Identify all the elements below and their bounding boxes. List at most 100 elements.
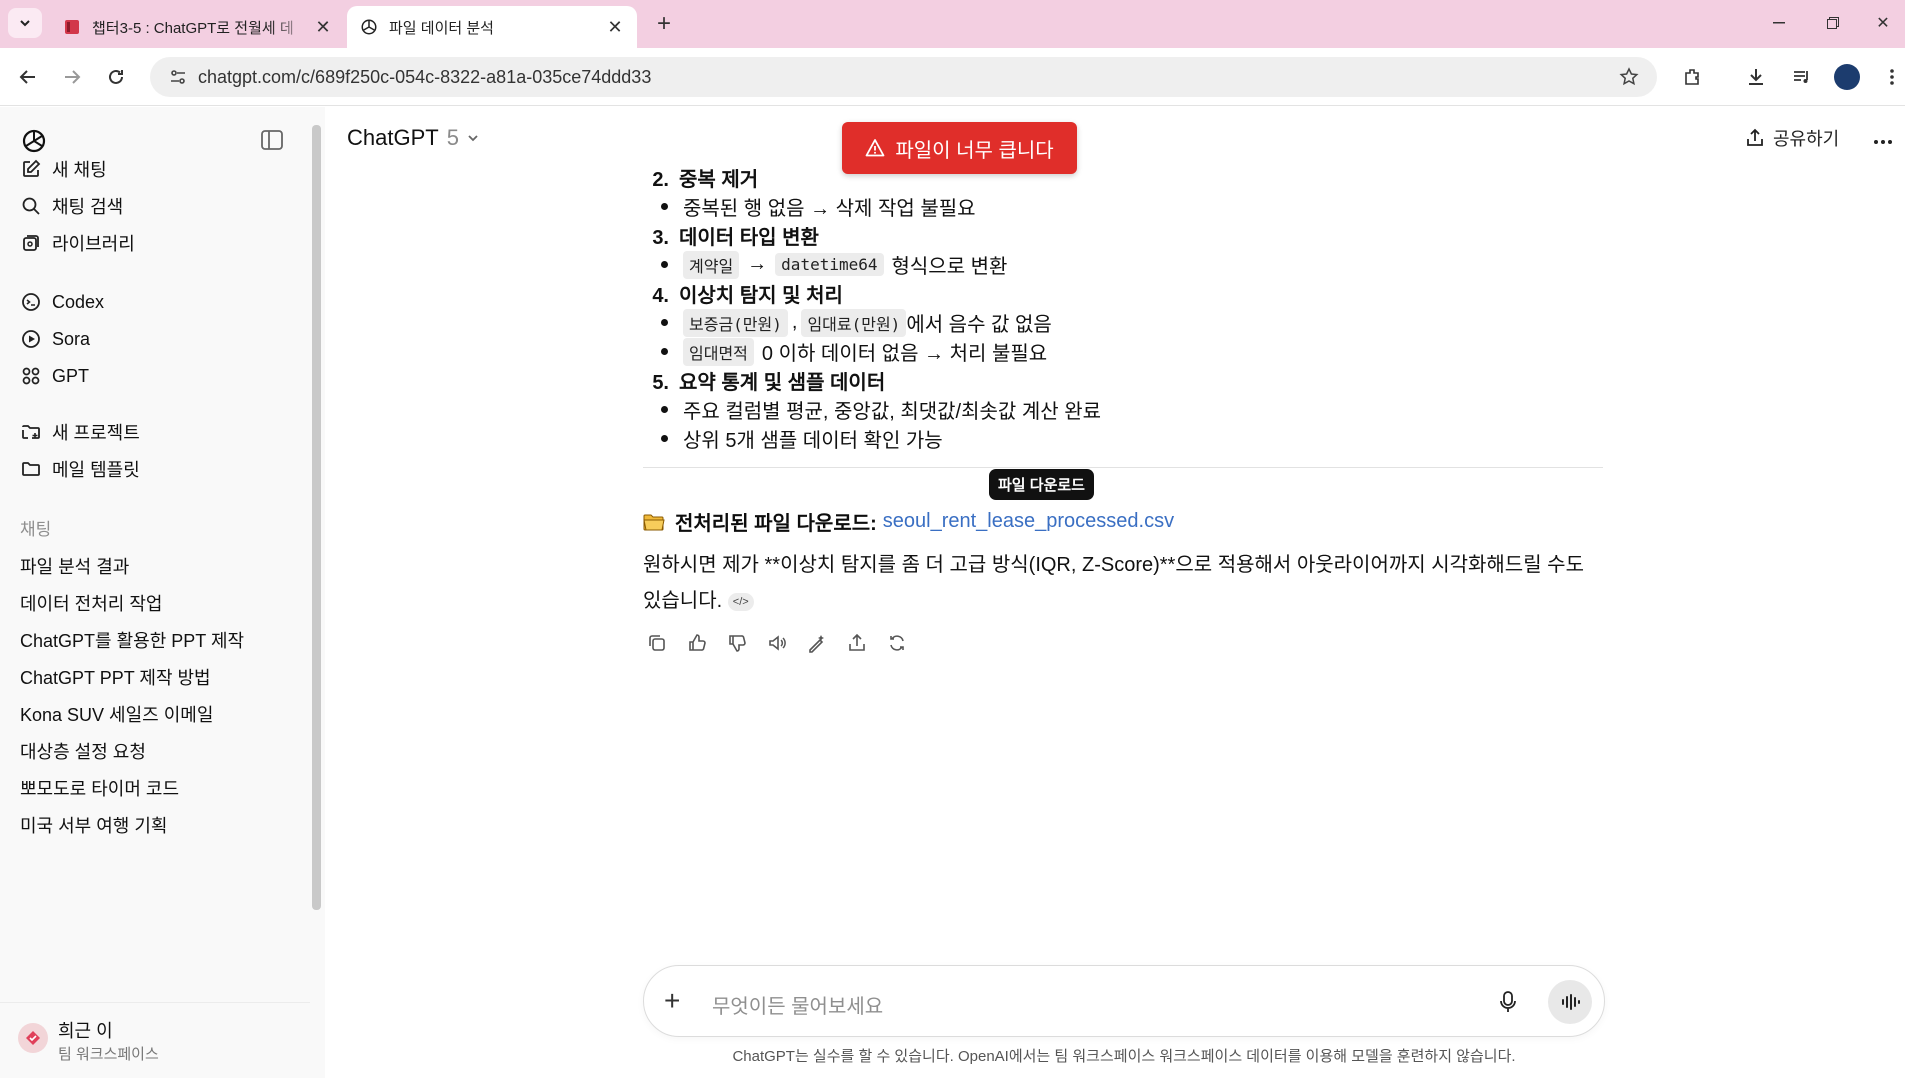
edit-magic-icon[interactable]	[803, 629, 831, 657]
step-heading: 3. 데이터 타입 변환	[635, 221, 819, 250]
code-interpreter-badge[interactable]: </>	[727, 592, 754, 611]
codex-icon	[20, 291, 42, 313]
list-item: 보증금(만원) , 임대료(만원) 에서 음수 값 없음	[661, 308, 1052, 337]
list-item: 임대면적 0 이하 데이터 없음 → 처리 불필요	[660, 337, 1047, 366]
step-heading: 4. 이상치 탐지 및 처리	[635, 279, 843, 308]
reload-icon[interactable]	[100, 61, 132, 93]
chat-history-item[interactable]: Kona SUV 세일즈 이메일	[20, 701, 213, 727]
openai-logo-icon[interactable]	[20, 127, 48, 155]
sidebar-item-new-project[interactable]: 새 프로젝트	[20, 415, 140, 449]
model-version: 5	[446, 125, 459, 150]
sidebar-toggle-icon[interactable]	[260, 129, 286, 153]
sidebar-item-sora[interactable]: Sora	[20, 322, 90, 356]
share-message-icon[interactable]	[843, 629, 871, 657]
copy-icon[interactable]	[643, 629, 671, 657]
bullet-text: 주요 컬럼별 평균, 중앙값, 최댓값/최솟값 계산 완료	[683, 401, 1102, 423]
inline-code: 임대료(만원)	[801, 308, 907, 337]
voice-mode-icon[interactable]	[1548, 980, 1592, 1024]
inline-code: 보증금(만원)	[683, 308, 788, 337]
thumbs-up-icon[interactable]	[683, 629, 711, 657]
chat-history-item[interactable]: 미국 서부 여행 기획	[20, 812, 167, 838]
close-tab-icon[interactable]: ✕	[313, 17, 333, 37]
sidebar-item-label: 메일 템플릿	[52, 460, 140, 480]
add-attachment-icon[interactable]: +	[664, 987, 680, 1015]
sidebar-item-mail-template[interactable]: 메일 템플릿	[20, 452, 140, 486]
chat-history-item[interactable]: 데이터 전처리 작업	[20, 590, 162, 616]
address-bar[interactable]: chatgpt.com/c/689f250c-054c-8322-a81a-03…	[150, 57, 1657, 97]
chat-history-item[interactable]: 뽀모도로 타이머 코드	[20, 775, 179, 801]
sidebar-item-search[interactable]: 채팅 검색	[20, 189, 123, 223]
new-tab-button[interactable]: +	[650, 10, 678, 38]
extensions-icon[interactable]	[1676, 61, 1708, 93]
chevron-down-icon	[20, 20, 30, 27]
prompt-input[interactable]: 무엇이든 물어보세요	[712, 990, 883, 1019]
toast-text: 파일이 너무 큽니다	[895, 139, 1054, 162]
sidebar-item-label: 채팅 검색	[52, 197, 124, 217]
step-number: 2.	[652, 169, 669, 191]
sidebar-item-label: 새 채팅	[52, 160, 107, 180]
chat-history-item[interactable]: 대상층 설정 요청	[20, 738, 146, 764]
sidebar-item-label: 새 프로젝트	[52, 423, 140, 443]
sidebar-item-codex[interactable]: Codex	[20, 285, 104, 319]
browser-menu-icon[interactable]	[1876, 61, 1905, 93]
paragraph-text: 원하시면 제가 **이상치 탐지를 좀 더 고급 방식(IQR, Z-Score…	[643, 554, 1584, 612]
microphone-icon[interactable]	[1494, 988, 1522, 1016]
tab-search-button[interactable]	[8, 8, 42, 38]
chat-history-item[interactable]: ChatGPT를 활용한 PPT 제작	[20, 627, 244, 653]
browser-tab-active[interactable]: 파일 데이터 분석 ✕	[347, 6, 637, 48]
chat-history-item[interactable]: ChatGPT PPT 제작 방법	[20, 664, 211, 690]
share-button[interactable]: 공유하기	[1745, 125, 1839, 151]
download-link[interactable]: seoul_rent_lease_processed.csv	[883, 510, 1174, 533]
inline-code: datetime64	[775, 253, 884, 276]
forward-icon[interactable]	[56, 61, 88, 93]
list-item: 계약일 → datetime64 형식으로 변환	[660, 250, 1008, 279]
close-window-icon[interactable]: ✕	[1860, 8, 1905, 38]
model-selector[interactable]: ChatGPT 5	[347, 125, 481, 151]
tab-title: 챕터3-5 : ChatGPT로 전월세 데	[92, 19, 294, 37]
step-title: 중복 제거	[679, 169, 759, 191]
chat-history-item[interactable]: 파일 분석 결과	[20, 553, 129, 579]
url-text: chatgpt.com/c/689f250c-054c-8322-a81a-03…	[198, 66, 652, 87]
new-folder-icon	[20, 421, 42, 443]
step-number: 3.	[652, 227, 669, 249]
folder-icon	[20, 458, 42, 480]
sidebar-item-new-chat[interactable]: 새 채팅	[20, 152, 107, 186]
step-heading: 5. 요약 통계 및 샘플 데이터	[635, 366, 885, 395]
search-icon	[20, 195, 42, 217]
site-info-icon[interactable]	[158, 68, 198, 86]
message-paragraph: 원하시면 제가 **이상치 탐지를 좀 더 고급 방식(IQR, Z-Score…	[643, 547, 1603, 619]
user-avatar	[18, 1023, 48, 1053]
list-item: 주요 컬럼별 평균, 중앙값, 최댓값/최솟값 계산 완료	[660, 395, 1102, 424]
read-aloud-icon[interactable]	[763, 629, 791, 657]
close-tab-icon[interactable]: ✕	[605, 17, 625, 37]
browser-tab-inactive[interactable]: 챕터3-5 : ChatGPT로 전월세 데 ✕	[50, 6, 345, 48]
download-icon[interactable]	[1740, 61, 1772, 93]
more-options-icon[interactable]	[1873, 125, 1893, 151]
back-icon[interactable]	[12, 61, 44, 93]
regenerate-icon[interactable]	[883, 629, 911, 657]
chats-heading: 채팅	[20, 520, 52, 539]
sidebar-item-label: Sora	[52, 328, 91, 349]
thumbs-down-icon[interactable]	[723, 629, 751, 657]
profile-avatar[interactable]	[1834, 64, 1860, 90]
restore-icon[interactable]	[1810, 8, 1856, 38]
user-menu[interactable]: 희근 이 팀 워크스페이스	[0, 1002, 310, 1078]
model-name: ChatGPT	[347, 125, 439, 150]
list-item: 중복된 행 없음 → 삭제 작업 불필요	[661, 192, 976, 221]
bullet-text: 형식으로 변환	[891, 256, 1008, 278]
sidebar-item-label: 라이브러리	[52, 234, 135, 254]
book-favicon-icon	[62, 17, 82, 37]
disclaimer: ChatGPT는 실수를 할 수 있습니다. OpenAI에서는 팀 워크스페이…	[732, 1048, 1516, 1065]
arrow-text: →	[747, 253, 768, 275]
chat-composer[interactable]: + 무엇이든 물어보세요	[643, 965, 1605, 1037]
chevron-down-icon	[468, 135, 478, 142]
divider	[643, 467, 1603, 468]
browser-toolbar: chatgpt.com/c/689f250c-054c-8322-a81a-03…	[0, 48, 1905, 106]
media-control-icon[interactable]	[1786, 61, 1818, 93]
bookmark-star-icon[interactable]	[1609, 67, 1649, 87]
download-tooltip: 파일 다운로드	[989, 469, 1094, 500]
sidebar-item-gpt[interactable]: GPT	[20, 359, 89, 393]
minimize-icon[interactable]	[1756, 8, 1802, 38]
sidebar-item-library[interactable]: 라이브러리	[20, 226, 135, 260]
sidebar-scrollbar-thumb[interactable]	[312, 125, 321, 910]
